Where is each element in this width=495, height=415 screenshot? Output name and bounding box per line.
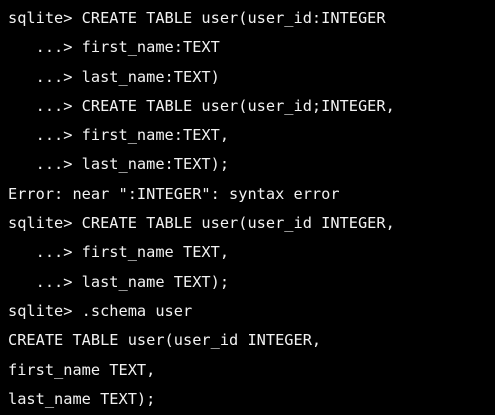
terminal-line: sqlite> CREATE TABLE user(user_id INTEGE… <box>8 214 395 233</box>
terminal-line: ...> last_name:TEXT) <box>8 67 220 86</box>
schema-output-line: last_name TEXT); <box>8 389 156 408</box>
terminal-line: ...> first_name TEXT, <box>8 243 230 262</box>
terminal-line: ...> first_name:TEXT <box>8 38 220 57</box>
terminal-line: ...> first_name:TEXT, <box>8 126 230 145</box>
schema-output-line: first_name TEXT, <box>8 360 156 379</box>
terminal-line: ...> last_name TEXT); <box>8 272 230 291</box>
terminal-line: sqlite> CREATE TABLE user(user_id:INTEGE… <box>8 9 386 27</box>
terminal-line: ...> last_name:TEXT); <box>8 155 230 174</box>
terminal-line: ...> CREATE TABLE user(user_id;INTEGER, <box>8 96 395 115</box>
error-message: Error: near ":INTEGER": syntax error <box>8 184 340 203</box>
terminal-output[interactable]: sqlite> CREATE TABLE user(user_id:INTEGE… <box>0 0 495 415</box>
schema-output-line: CREATE TABLE user(user_id INTEGER, <box>8 331 322 350</box>
terminal-line: sqlite> .schema user <box>8 301 193 320</box>
